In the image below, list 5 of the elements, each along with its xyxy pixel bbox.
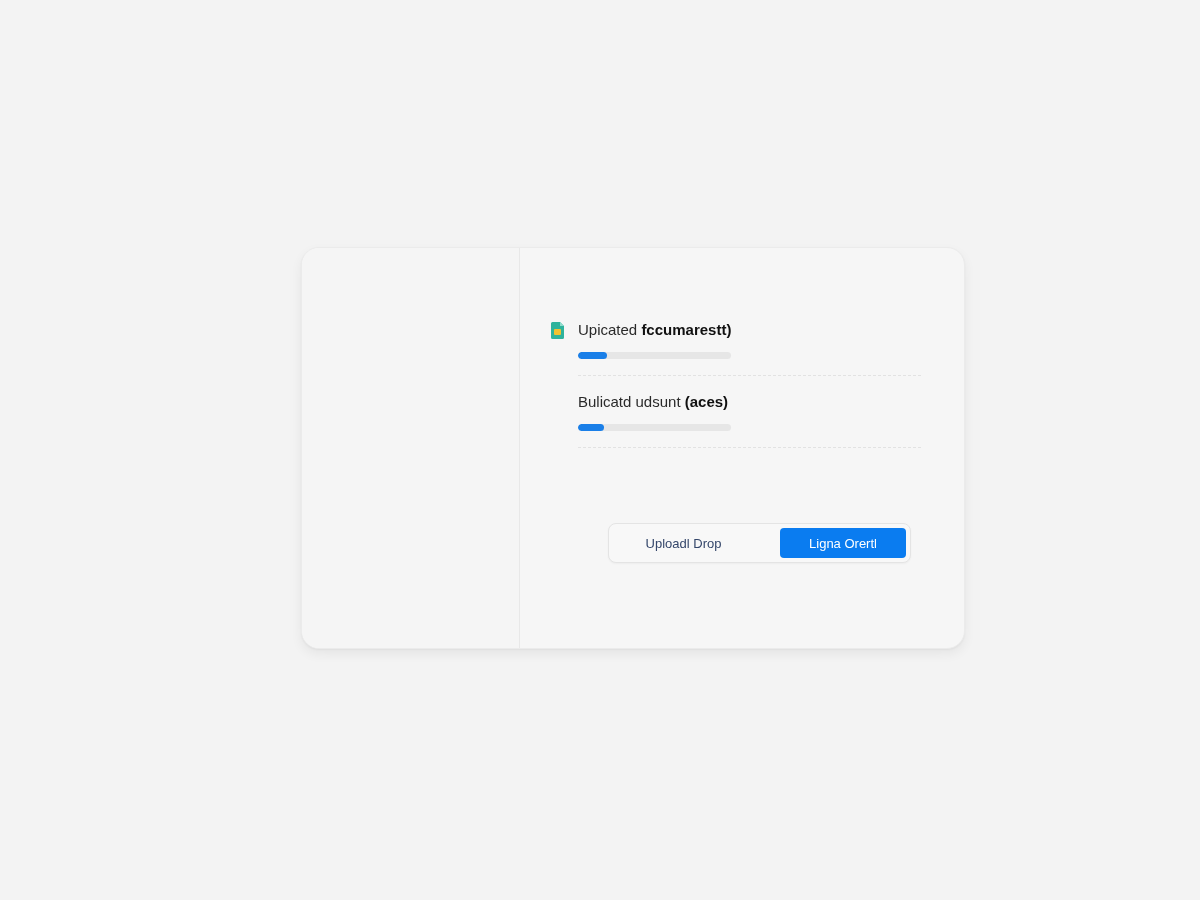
- file-icon: [551, 322, 564, 339]
- segment-tab[interactable]: Uploadl Drop: [613, 528, 776, 558]
- upload-title: Upicated fccumarestt): [578, 321, 732, 339]
- upload-title: Bulicatd udsunt (aces): [578, 393, 729, 411]
- segment-tab[interactable]: Ligna Orertl: [780, 528, 906, 558]
